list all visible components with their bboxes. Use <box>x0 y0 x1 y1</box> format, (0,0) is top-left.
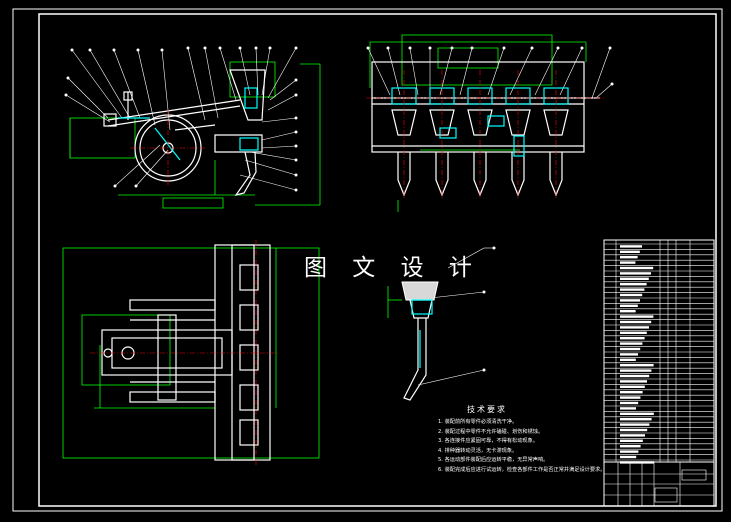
parts-list-row-text <box>620 364 654 367</box>
requirement-item: 4. 排种器转动灵活，无卡滞现象。 <box>438 447 518 454</box>
requirement-item: 3. 各连接件应紧固可靠，不得有松动现象。 <box>438 438 538 444</box>
requirement-item: 5. 各运动部件装配后应运转平稳，无异常声响。 <box>438 457 549 463</box>
parts-list-row-text <box>620 396 641 399</box>
parts-list-row-text <box>620 315 654 318</box>
parts-list-row-text <box>620 256 638 259</box>
parts-list-row-text <box>620 347 641 351</box>
parts-list-row-text <box>620 450 639 453</box>
parts-list-row-text <box>620 299 640 302</box>
parts-list-row-text <box>620 385 645 388</box>
parts-list-row-text <box>620 434 645 437</box>
parts-list-row-text <box>620 455 637 459</box>
parts-list-row-text <box>620 320 652 324</box>
parts-list-row-text <box>620 283 647 286</box>
parts-list-row-text <box>620 245 642 248</box>
parts-list-row-text <box>620 374 650 378</box>
parts-list-row-text <box>620 358 636 361</box>
hopper-row <box>214 244 271 461</box>
parts-list-row-text <box>620 261 636 264</box>
parts-list-row-text <box>620 391 643 394</box>
parts-list-row-text <box>620 326 649 329</box>
parts-list-row-text <box>620 418 652 421</box>
technical-requirements-title: 技术要求 <box>467 405 507 414</box>
front-view <box>366 34 614 212</box>
parts-list-row-text <box>620 423 650 426</box>
parts-list-row-text <box>620 337 645 340</box>
requirement-item: 6. 装配完成后应进行试运转，检查各部件工作是否正常并满足设计要求。 <box>438 466 606 473</box>
side-view <box>64 46 321 209</box>
parts-list-row-text <box>620 369 652 372</box>
parts-list-row-text <box>620 277 649 280</box>
parts-list-row-text <box>620 250 640 253</box>
parts-list-row-text <box>620 353 638 356</box>
parts-list-row-text <box>620 401 639 405</box>
parts-list-row-text <box>620 310 636 313</box>
watermark: 图 文 设 计 <box>304 255 481 281</box>
technical-requirements-list: 1. 装配前所有零件必须清洗干净。 2. 装配过程中零件不允许磕碰、划伤和锈蚀。… <box>438 418 605 475</box>
requirement-item: 2. 装配过程中零件不允许磕碰、划伤和锈蚀。 <box>438 428 544 435</box>
parts-list-row-text <box>620 288 645 291</box>
top-view <box>62 240 320 465</box>
parts-list-row-text <box>620 412 654 415</box>
parts-list-row-text <box>620 304 638 307</box>
requirement-item: 1. 装配前所有零件必须清洗干净。 <box>438 419 518 425</box>
parts-list-row-text <box>620 445 641 448</box>
parts-list-row-text <box>620 293 643 297</box>
parts-list-row-text <box>620 380 647 383</box>
parts-list-row-text <box>620 266 654 270</box>
parts-list-row-text <box>620 331 647 334</box>
parts-list-row-text <box>620 439 643 442</box>
parts-list-row-text <box>620 407 636 410</box>
parts-list-row-text <box>620 272 651 275</box>
parts-list-row-text <box>620 461 654 464</box>
parts-list-row-text <box>620 342 643 345</box>
parts-list-row-text <box>620 428 648 432</box>
